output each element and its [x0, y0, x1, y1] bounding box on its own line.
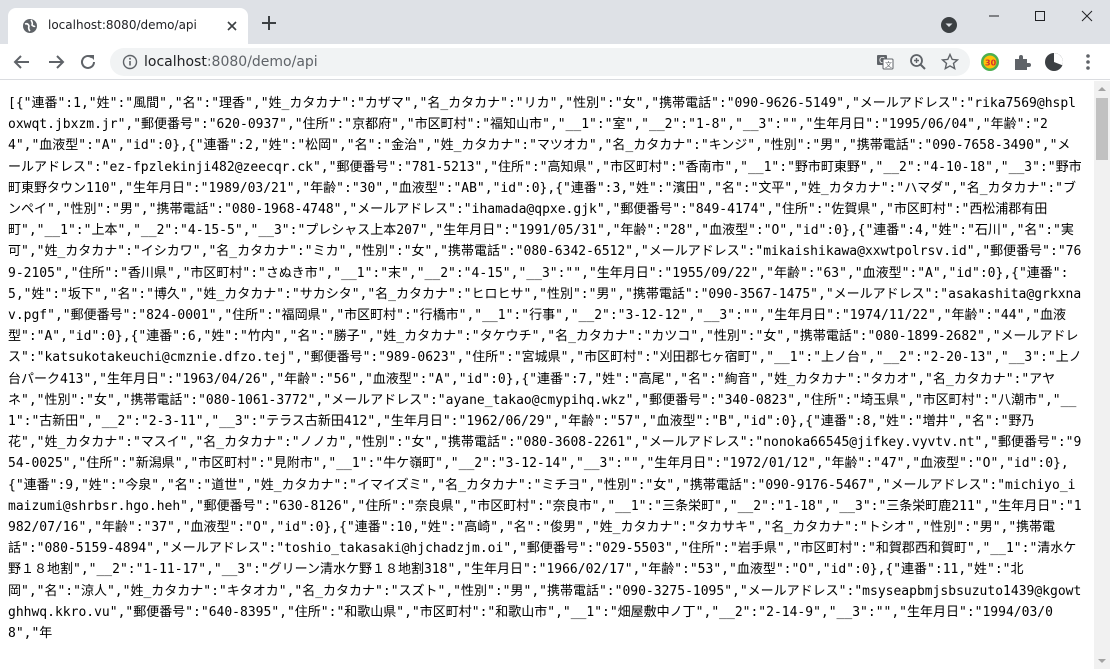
- profile-icon[interactable]: [1044, 52, 1064, 72]
- browser-toolbar: localhost:8080/demo/api G 文 30: [0, 44, 1110, 80]
- url-path: :8080/demo/api: [206, 54, 318, 70]
- tab-search-icon[interactable]: [940, 16, 958, 34]
- svg-text:文: 文: [885, 60, 892, 69]
- address-bar[interactable]: localhost:8080/demo/api G 文: [110, 48, 970, 76]
- globe-icon: [23, 19, 37, 33]
- scrollbar-thumb[interactable]: [1096, 98, 1108, 160]
- arrow-left-icon[interactable]: [12, 52, 32, 72]
- active-tab[interactable]: localhost:8080/demo/api: [8, 8, 248, 44]
- window-close-icon[interactable]: [1064, 0, 1110, 32]
- scroll-up-arrow-icon[interactable]: [1094, 81, 1110, 97]
- page-content: [{"連番":1,"姓":"風間","名":"理香","姓_カタカナ":"カザマ…: [0, 81, 1094, 669]
- extension-badge-icon[interactable]: 30: [980, 52, 1000, 72]
- scroll-down-arrow-icon[interactable]: [1094, 653, 1110, 669]
- zoom-icon[interactable]: [909, 53, 927, 71]
- puzzle-icon[interactable]: [1012, 52, 1032, 72]
- vertical-scrollbar[interactable]: [1094, 81, 1110, 669]
- translate-icon[interactable]: G 文: [876, 53, 894, 71]
- arrow-right-icon[interactable]: [46, 52, 66, 72]
- tab-title: localhost:8080/demo/api: [48, 18, 197, 32]
- url-text[interactable]: localhost:8080/demo/api: [144, 54, 318, 70]
- kebab-menu-icon[interactable]: [1078, 52, 1098, 72]
- star-icon[interactable]: [941, 53, 959, 71]
- json-response-text: [{"連番":1,"姓":"風間","名":"理香","姓_カタカナ":"カザマ…: [8, 96, 1082, 642]
- reload-icon[interactable]: [78, 52, 98, 72]
- svg-text:30: 30: [985, 59, 997, 68]
- info-icon[interactable]: [122, 54, 138, 70]
- url-host: localhost: [144, 54, 207, 70]
- plus-icon[interactable]: [260, 14, 278, 32]
- maximize-icon[interactable]: [1017, 0, 1063, 32]
- tab-strip: localhost:8080/demo/api: [0, 0, 1110, 44]
- close-icon[interactable]: [224, 18, 240, 34]
- minimize-icon[interactable]: [971, 0, 1017, 32]
